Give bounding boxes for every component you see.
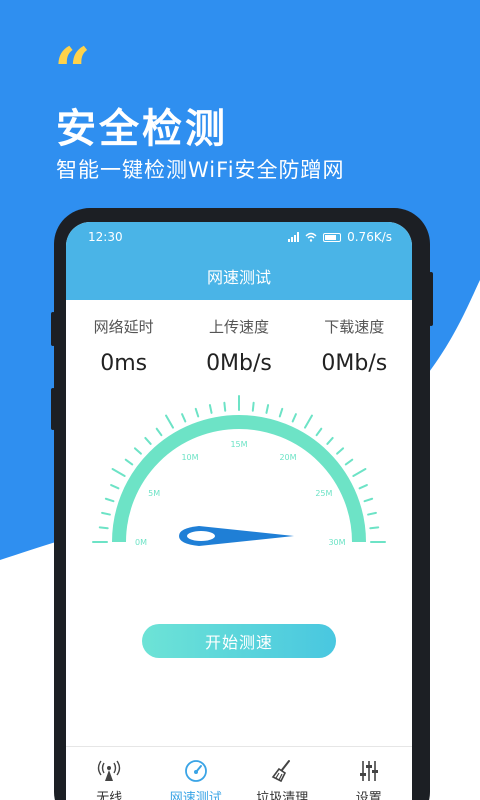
- tab-label: 垃圾清理: [256, 791, 309, 800]
- gauge-tick: [124, 458, 134, 466]
- gauge-tick: [194, 407, 200, 418]
- battery-icon: [323, 232, 342, 242]
- gauge-tick: [133, 447, 142, 455]
- broom-icon: [272, 760, 291, 783]
- page-title: 网速测试: [66, 252, 412, 300]
- stats-row: 网络延时 0ms 上传速度 0Mb/s 下载速度 0Mb/s: [66, 316, 412, 376]
- signal-icon: [288, 232, 300, 242]
- status-bar: 12:30 0.76K/s: [66, 222, 412, 252]
- tab-label: 设置: [355, 791, 382, 800]
- gauge-tick: [251, 401, 255, 412]
- gauge-tick: [165, 414, 174, 429]
- gauge-tick: [278, 407, 284, 418]
- gauge-tick-label: 25M: [315, 489, 332, 498]
- hero-subtitle: 智能一键检测WiFi安全防蹭网: [56, 158, 345, 182]
- gauge-tick-label: 5M: [148, 489, 160, 498]
- stat-upload: 上传速度 0Mb/s: [184, 316, 294, 376]
- stat-label: 下载速度: [324, 318, 385, 336]
- gauge-tick: [315, 427, 323, 437]
- phone-side-button: [51, 312, 55, 346]
- gauge-tick: [223, 401, 227, 412]
- gauge-tick-label: 20M: [279, 453, 296, 462]
- gauge-tick: [369, 526, 380, 530]
- gauge-tick: [291, 413, 297, 423]
- gauge-tick: [363, 497, 374, 503]
- gauge-tick: [111, 468, 126, 477]
- status-time: 12:30: [88, 230, 123, 244]
- gauge-tick: [326, 436, 334, 445]
- gauge-tick: [101, 511, 111, 516]
- gauge-tick-label: 0M: [135, 538, 147, 547]
- gauge-tick: [98, 526, 109, 530]
- stat-value: 0Mb/s: [321, 351, 388, 376]
- gauge-tick: [265, 404, 270, 414]
- gauge-tick: [144, 436, 152, 445]
- stat-value: 0ms: [100, 351, 148, 376]
- gauge-tick: [208, 404, 213, 414]
- gauge-tick: [367, 511, 377, 516]
- tab-wireless[interactable]: 无线: [66, 747, 153, 800]
- gauge-tick-label: 15M: [230, 440, 247, 449]
- gauge-tick: [155, 427, 163, 437]
- gauge-tick: [181, 413, 187, 423]
- tab-settings[interactable]: 设置: [326, 747, 413, 800]
- tab-label: 无线: [96, 791, 123, 800]
- gauge-tick: [336, 447, 345, 455]
- status-net-speed: 0.76K/s: [347, 230, 392, 244]
- wifi-tower-icon: [98, 760, 121, 781]
- stat-value: 0Mb/s: [206, 351, 272, 376]
- bottom-tab-bar: 无线 网速测试 垃圾清理 设置: [66, 746, 412, 800]
- gauge-tick-label: 30M: [328, 538, 345, 547]
- gauge-tick: [110, 484, 120, 490]
- tab-label: 网速测试: [169, 791, 222, 800]
- stat-label: 网络延时: [93, 318, 154, 336]
- speed-gauge: 0M 5M 10M 15M 20M 25M 30M: [92, 395, 386, 547]
- stat-download: 下载速度 0Mb/s: [299, 316, 409, 376]
- gauge-tick-label: 10M: [181, 453, 198, 462]
- quote-mark: “: [54, 34, 91, 109]
- hero-title: 安全检测: [56, 106, 228, 152]
- gauge-tick: [104, 497, 115, 503]
- phone-side-button: [429, 272, 433, 326]
- tab-speed-test[interactable]: 网速测试: [153, 747, 240, 800]
- tab-cleanup[interactable]: 垃圾清理: [239, 747, 326, 800]
- phone-side-button: [51, 388, 55, 430]
- wifi-icon: [305, 232, 317, 242]
- gauge-tick: [352, 468, 367, 477]
- gauge-tick: [358, 484, 368, 490]
- stat-latency: 网络延时 0ms: [69, 316, 179, 376]
- phone-screen: 12:30 0.76K/s 网速测试 网络延时 0ms 上传速度 0Mb/s 下…: [66, 222, 412, 800]
- gauge-needle-hub: [187, 531, 215, 541]
- gauge-tick: [304, 414, 313, 429]
- speedometer-icon: [184, 760, 207, 782]
- gauge-tick: [344, 458, 354, 466]
- status-indicators: 0.76K/s: [288, 230, 392, 244]
- start-test-button[interactable]: 开始测速: [142, 624, 336, 658]
- sliders-icon: [359, 761, 378, 781]
- stat-label: 上传速度: [208, 318, 269, 336]
